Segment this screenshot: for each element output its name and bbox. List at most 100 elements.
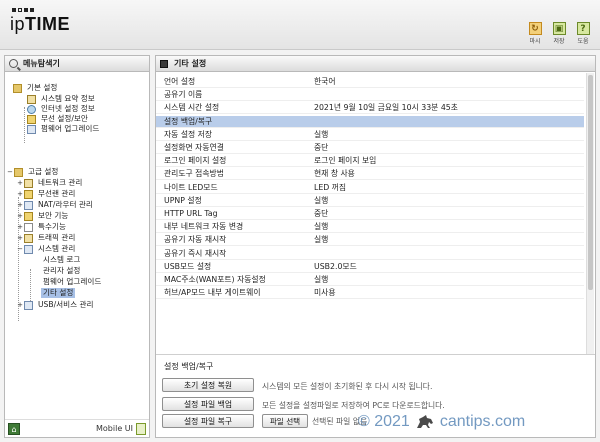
tree-firmware-upgrade[interactable]: 펌웨어 업그레이드 <box>41 277 103 287</box>
tree-security[interactable]: + 보안 기능 <box>17 211 70 221</box>
setting-key: UPNP 설정 <box>164 195 202 205</box>
setting-value: 실행 <box>314 235 329 245</box>
tree-system-summary[interactable]: 시스템 요약 정보 <box>27 94 97 104</box>
menu-explorer-header: 메뉴탐색기 <box>5 56 149 72</box>
restart-button[interactable]: ↻ 마시 <box>526 22 544 45</box>
help-label: 도움 <box>577 38 589 45</box>
setting-row[interactable]: 나이트 LED모드 LED 꺼짐 <box>156 182 584 194</box>
tree-wireless-management[interactable]: + 무선랜 관리 <box>17 189 77 199</box>
tree-special-functions[interactable]: + 특수기능 <box>17 222 68 232</box>
special-icon <box>24 222 33 232</box>
save-button[interactable]: ▣ 저장 <box>550 22 568 45</box>
expand-icon[interactable]: + <box>17 233 23 243</box>
tree-internet-info[interactable]: 인터넷 설정 정보 <box>27 104 97 114</box>
setting-value: USB2.0모드 <box>314 261 357 271</box>
collapse-icon[interactable]: − <box>7 167 13 177</box>
setting-value: 2021년 9월 10일 금요일 10시 33분 45초 <box>314 103 458 113</box>
tree-wireless-security[interactable]: 무선 설정/보안 <box>27 114 90 124</box>
tree-usb-service[interactable]: + USB/서비스 관리 <box>17 300 96 310</box>
tree-admin-settings[interactable]: 관리자 설정 <box>41 266 82 276</box>
setting-row[interactable]: 공유기 즉시 재시작 <box>156 248 584 260</box>
setting-key: 언어 설정 <box>164 77 196 86</box>
menu-tree: 기본 설정 시스템 요약 정보 인터넷 설정 정보 무선 설정/보안 펌웨어 업… <box>5 73 149 419</box>
factory-reset-button[interactable]: 초기 설정 복원 <box>162 378 254 392</box>
expand-icon[interactable]: + <box>17 200 23 210</box>
setting-value: 한국어 <box>314 77 336 86</box>
magnifier-icon <box>9 59 18 68</box>
settings-panel-title: 기타 설정 <box>174 59 207 68</box>
tree-network-management[interactable]: + 네트워크 관리 <box>17 178 84 188</box>
expand-icon[interactable]: + <box>17 222 23 232</box>
setting-row[interactable]: 설정 백업/복구 <box>156 115 584 128</box>
setting-value: 중단 <box>314 209 329 218</box>
lock-icon <box>24 211 33 221</box>
network-icon <box>24 178 33 188</box>
expand-icon[interactable]: + <box>17 300 23 310</box>
panel-square-icon <box>160 59 168 68</box>
save-icon: ▣ <box>552 22 566 35</box>
collapse-icon[interactable]: − <box>17 244 23 254</box>
setting-key: USB모드 설정 <box>164 261 212 271</box>
tree-basic-settings[interactable]: 기본 설정 <box>13 83 59 93</box>
setting-row[interactable]: USB모드 설정 USB2.0모드 <box>156 261 584 273</box>
logo-time: TIME <box>25 14 71 34</box>
tree-system-management[interactable]: − 시스템 관리 <box>17 244 77 254</box>
expand-icon[interactable]: + <box>17 178 23 188</box>
setting-row[interactable]: 공유기 이름 <box>156 89 584 102</box>
setting-row[interactable]: 공유기 자동 재시작 실행 <box>156 234 584 247</box>
help-icon: ? <box>576 22 590 35</box>
setting-row[interactable]: 설정화면 자동연결 중단 <box>156 142 584 154</box>
setting-row[interactable]: 내부 네트워크 자동 변경 실행 <box>156 221 584 234</box>
tree-other-settings[interactable]: 기타 설정 <box>41 288 76 298</box>
setting-row[interactable]: 언어 설정 한국어 <box>156 76 584 88</box>
choose-file-button[interactable]: 파일 선택 <box>262 414 308 428</box>
setting-value: 로그인 페이지 보임 <box>314 156 377 166</box>
factory-reset-desc: 시스템의 모든 설정이 초기화된 후 다시 시작 됩니다. <box>262 382 433 391</box>
top-toolbar: ↻ 마시 ▣ 저장 ? 도움 <box>526 22 592 45</box>
mobile-ui-link[interactable]: Mobile UI <box>96 424 133 433</box>
expand-icon[interactable]: + <box>17 211 23 221</box>
setting-key: 공유기 즉시 재시작 <box>164 248 227 258</box>
setting-row[interactable]: UPNP 설정 실행 <box>156 195 584 207</box>
help-button[interactable]: ? 도움 <box>574 22 592 45</box>
settings-list: 언어 설정 한국어공유기 이름 시스템 시간 설정 2021년 9월 10일 금요일 … <box>156 73 595 355</box>
setting-key: 시스템 시간 설정 <box>164 103 220 113</box>
home-icon[interactable]: ⌂ <box>8 423 20 435</box>
settings-scrollbar[interactable] <box>586 73 594 354</box>
tree-system-log[interactable]: 시스템 로그 <box>41 255 82 265</box>
setting-row[interactable]: 시스템 시간 설정 2021년 9월 10일 금요일 10시 33분 45초 <box>156 102 584 115</box>
setting-row[interactable]: 로그인 페이지 설정 로그인 페이지 보임 <box>156 155 584 168</box>
setting-key: 관리도구 접속방법 <box>164 169 224 179</box>
setting-value: 현재 창 사용 <box>314 169 355 179</box>
expand-icon[interactable]: + <box>17 189 23 199</box>
router-icon <box>24 200 33 210</box>
setting-row[interactable]: HTTP URL Tag 중단 <box>156 208 584 220</box>
mobile-icon[interactable] <box>136 423 146 435</box>
backup-config-button[interactable]: 설정 파일 백업 <box>162 397 254 411</box>
menu-explorer-title: 메뉴탐색기 <box>23 59 60 68</box>
logo-text: ipTIME <box>10 14 70 35</box>
setting-row[interactable]: 관리도구 접속방법 현재 창 사용 <box>156 168 584 181</box>
setting-key: 공유기 자동 재시작 <box>164 235 227 245</box>
setting-row[interactable]: MAC주소(WAN포트) 자동설정 실행 <box>156 274 584 286</box>
restore-config-button[interactable]: 설정 파일 복구 <box>162 414 254 428</box>
setting-value: 실행 <box>314 129 329 139</box>
setting-value: 중단 <box>314 143 329 152</box>
tree-nat-router[interactable]: + NAT/라우터 관리 <box>17 200 95 210</box>
setting-key: MAC주소(WAN포트) 자동설정 <box>164 275 266 284</box>
backup-section-title: 설정 백업/복구 <box>164 362 214 371</box>
logo-ip: ip <box>10 14 26 34</box>
tree-firmware-upgrade-basic[interactable]: 펌웨어 업그레이드 <box>27 124 101 134</box>
left-footer: ⌂ Mobile UI <box>5 419 149 437</box>
tree-traffic-management[interactable]: + 트래픽 관리 <box>17 233 77 243</box>
system-icon <box>24 244 33 254</box>
menu-explorer-panel: 메뉴탐색기 기본 설정 시스템 요약 정보 인터넷 설정 정보 무선 설정/보안… <box>4 55 150 438</box>
setting-key: 나이트 LED모드 <box>164 182 218 192</box>
scroll-thumb[interactable] <box>588 75 593 290</box>
restart-label: 마시 <box>529 38 541 45</box>
setting-row[interactable]: 허브/AP모드 내부 게이트웨이 미사용 <box>156 287 584 300</box>
setting-row[interactable]: 자동 설정 저장 실행 <box>156 129 584 141</box>
tree-advanced-settings[interactable]: − 고급 설정 <box>7 167 60 177</box>
setting-key: 내부 네트워크 자동 변경 <box>164 222 244 232</box>
folder-gear-icon <box>14 167 23 177</box>
